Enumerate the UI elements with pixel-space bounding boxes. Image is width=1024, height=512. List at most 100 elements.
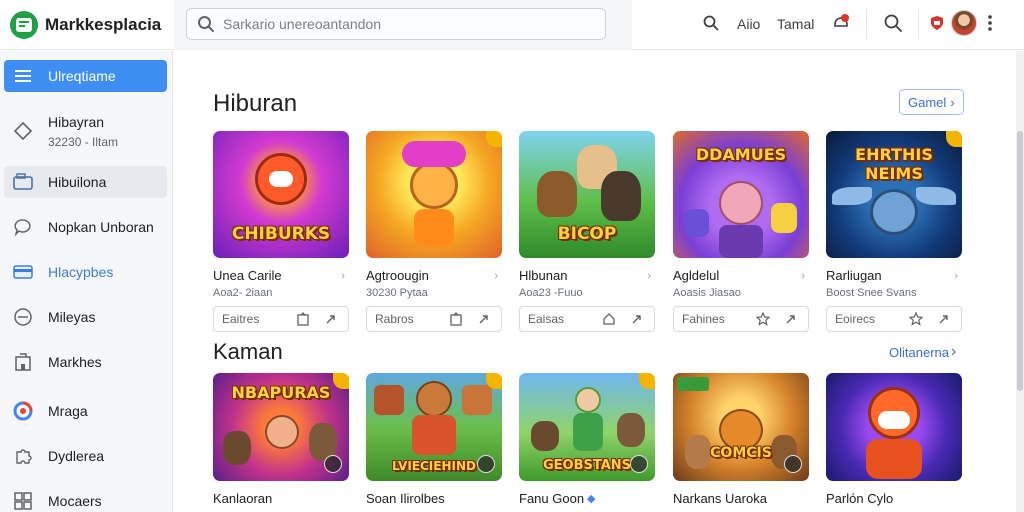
top-bar: Markkesplacia Aiio Tamal: [0, 0, 1024, 50]
game-card[interactable]: CHIBURKS Unea Carile › Aoa2- 2iaan Eaitre…: [213, 131, 349, 332]
sidebar-item-2[interactable]: Hibuilona: [4, 166, 167, 198]
app-title: Markkesplacia: [45, 15, 162, 34]
card-action-label[interactable]: Eaitres: [222, 312, 292, 326]
game-thumbnail[interactable]: BICOP: [519, 131, 655, 258]
game-card[interactable]: BICOP Hlbunan › Aoa23 -Fuuo Eaisas: [519, 131, 655, 332]
play-badge-icon[interactable]: [784, 455, 802, 473]
sidebar-item-4[interactable]: Hlacypbes: [4, 256, 167, 288]
game-meta: Aoa2- 2iaan: [213, 287, 273, 299]
game-card[interactable]: COMCIS Narkans Uaroka: [673, 373, 809, 506]
game-title: Kanlaoran: [213, 491, 273, 506]
game-thumbnail[interactable]: NBAPURAS: [213, 373, 349, 481]
card-action-label[interactable]: Eoirecs: [835, 312, 905, 326]
game-thumbnail[interactable]: CHIBURKS: [213, 131, 349, 258]
home-icon[interactable]: [598, 308, 620, 330]
game-card[interactable]: GEOBSTANS Fanu Goon ◆: [519, 373, 655, 506]
card-action-label[interactable]: Rabros: [375, 312, 445, 326]
sidebar-item-label: Hibayran: [48, 113, 105, 130]
game-thumbnail[interactable]: EHRTHIS NEIMS: [826, 131, 962, 258]
header-link[interactable]: Aiio: [737, 16, 760, 32]
sidebar-item-6[interactable]: Markhes: [4, 346, 167, 378]
section-title: Kaman: [213, 339, 283, 364]
game-meta: Aoa23 -Fuuo: [519, 287, 583, 299]
puzzle-icon: [12, 445, 34, 467]
character-art: [916, 187, 956, 205]
card-action-label[interactable]: Fahines: [682, 312, 752, 326]
game-meta: 30230 Pytaa: [366, 287, 428, 299]
character-art: [878, 411, 910, 429]
game-card[interactable]: EHRTHIS NEIMS Rarliugan › Boost Snee Svan…: [826, 131, 962, 332]
scrollbar[interactable]: [1016, 51, 1024, 512]
sidebar-item-3[interactable]: Nopkan Unboran: [4, 211, 167, 243]
character-art: [269, 171, 293, 187]
app-logo[interactable]: [10, 11, 38, 39]
sidebar-item-7[interactable]: Mraga: [4, 395, 167, 427]
more-vertical-icon[interactable]: [987, 13, 993, 38]
divider: [918, 9, 919, 39]
search-input[interactable]: [223, 13, 593, 35]
search-icon[interactable]: [883, 13, 903, 38]
scrollbar-thumb[interactable]: [1017, 131, 1023, 391]
search-bar[interactable]: [186, 8, 606, 40]
notification-icon[interactable]: [831, 13, 851, 38]
character-art: [832, 187, 872, 205]
card-action-label[interactable]: Eaisas: [528, 312, 598, 326]
game-thumbnail[interactable]: LVIECIEHIND: [366, 373, 502, 481]
arrow-icon[interactable]: [933, 308, 955, 330]
character-art: [374, 385, 404, 415]
sidebar-item-8[interactable]: Dydlerea: [4, 440, 167, 472]
game-title: Soan Ilirolbes: [366, 491, 445, 506]
play-badge-icon[interactable]: [324, 455, 342, 473]
game-card[interactable]: Agtroougin › 30230 Pytaa Rabros: [366, 131, 502, 332]
game-card[interactable]: NBAPURAS Kanlaoran: [213, 373, 349, 506]
game-logo-text: NBAPURAS: [231, 383, 331, 402]
sidebar-item-5[interactable]: Mileyas: [4, 301, 167, 333]
divider: [866, 9, 867, 39]
sidebar-item-1[interactable]: Hibayran 32230 - Iltam: [4, 109, 167, 153]
section-action-button[interactable]: Gamel ›: [899, 89, 964, 115]
character-art: [414, 209, 454, 247]
search-icon[interactable]: [702, 14, 720, 37]
shapes-icon: [12, 120, 34, 142]
game-thumbnail[interactable]: DDAMUES: [673, 131, 809, 258]
avatar[interactable]: [951, 10, 977, 36]
character-art: [601, 171, 641, 221]
play-badge-icon[interactable]: [630, 455, 648, 473]
header-link[interactable]: Tamal: [777, 16, 814, 32]
character-art: [575, 387, 601, 413]
game-thumbnail[interactable]: COMCIS: [673, 373, 809, 481]
game-thumbnail[interactable]: [826, 373, 962, 481]
section-action-label: Gamel: [908, 94, 947, 110]
game-card[interactable]: Parlón Cylo: [826, 373, 962, 506]
arrow-icon[interactable]: [780, 308, 802, 330]
character-art: [866, 439, 922, 479]
star-icon[interactable]: [905, 308, 927, 330]
game-card[interactable]: DDAMUES Agldelul › Aoasis Jiasao Fahines: [673, 131, 809, 332]
character-art: [531, 421, 559, 451]
share-box-icon[interactable]: [292, 308, 314, 330]
card-action-bar: Eaitres: [213, 306, 349, 332]
game-thumbnail[interactable]: GEOBSTANS: [519, 373, 655, 481]
card-icon: [12, 261, 34, 283]
game-logo-text: CHIBURKS: [231, 224, 331, 244]
sidebar-item-0[interactable]: Ulreqtiame: [4, 60, 167, 92]
game-title: Hlbunan: [519, 268, 568, 283]
sidebar: Ulreqtiame Hibayran 32230 - Iltam Hibuil…: [0, 51, 173, 512]
character-art: [771, 203, 797, 233]
corner-badge: [639, 373, 655, 389]
play-badge-icon[interactable]: [477, 455, 495, 473]
arrow-icon[interactable]: [626, 308, 648, 330]
grid-icon: [12, 490, 34, 512]
search-icon: [197, 15, 215, 38]
share-box-icon[interactable]: [445, 308, 467, 330]
chevron-right-icon: ›: [954, 269, 958, 282]
arrow-icon[interactable]: [320, 308, 342, 330]
sidebar-item-9[interactable]: Mocaers: [4, 485, 167, 512]
star-icon[interactable]: [752, 308, 774, 330]
character-art: [685, 209, 709, 237]
game-card[interactable]: LVIECIEHIND Soan Ilirolbes: [366, 373, 502, 506]
section-action-link[interactable]: Olitanerna ›: [889, 343, 956, 361]
sidebar-item-label: Mileyas: [48, 309, 96, 325]
arrow-icon[interactable]: [473, 308, 495, 330]
game-thumbnail[interactable]: [366, 131, 502, 258]
